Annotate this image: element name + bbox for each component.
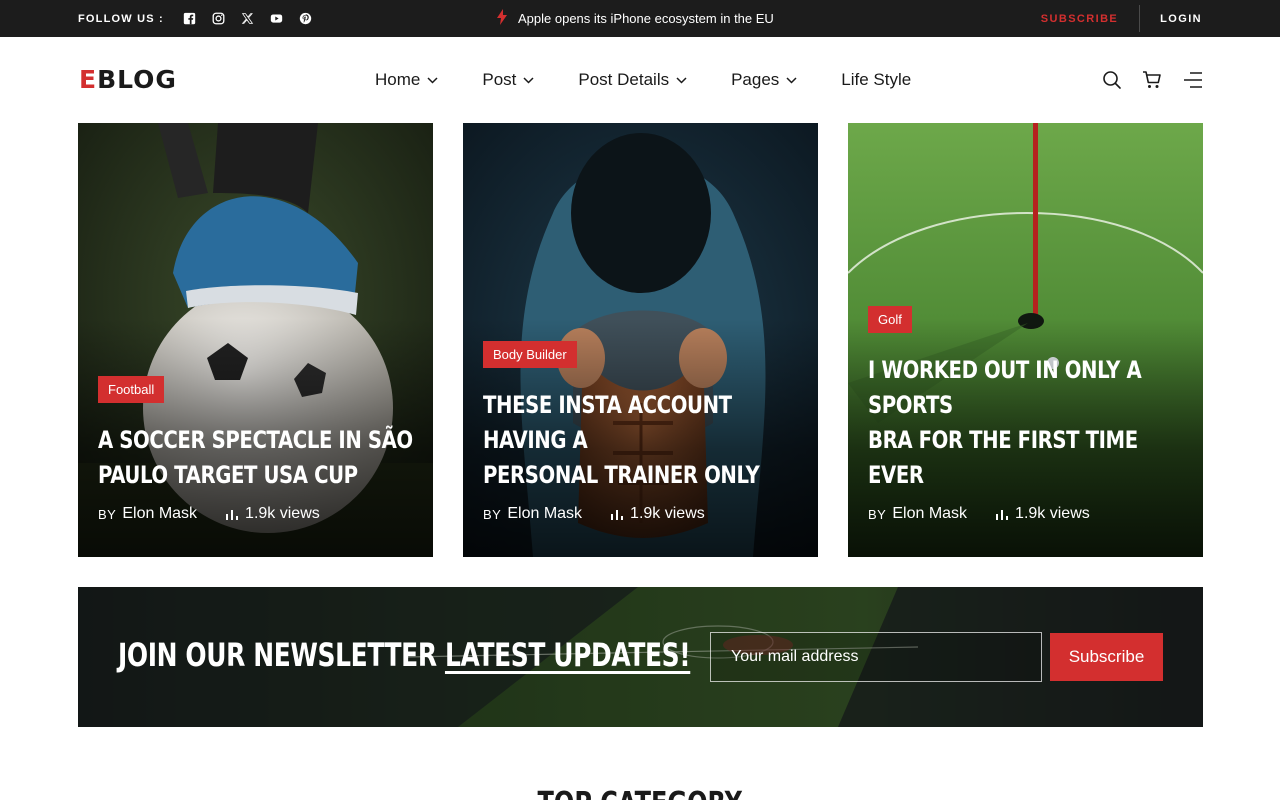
header-actions bbox=[1102, 37, 1202, 123]
login-link[interactable]: LOGIN bbox=[1140, 13, 1202, 25]
nav-item-life-style[interactable]: Life Style bbox=[841, 70, 911, 90]
views-text: 1.9k views bbox=[1015, 505, 1090, 522]
logo-text: BLOG bbox=[97, 65, 177, 94]
views-count: 1.9k views bbox=[610, 505, 705, 523]
follow-us-group: FOLLOW US : bbox=[78, 0, 313, 37]
nav-item-home[interactable]: Home bbox=[375, 70, 438, 90]
category-badge[interactable]: Golf bbox=[868, 306, 912, 333]
nav-label: Life Style bbox=[841, 70, 912, 89]
card-content: Golf I Worked Out in Only a Sports Bra f… bbox=[868, 306, 1183, 523]
section-title: Top Category bbox=[0, 786, 1280, 800]
site-logo[interactable]: EBLOG bbox=[79, 67, 177, 93]
nav-label: Post Details bbox=[578, 70, 670, 89]
section-title-text: Top Category bbox=[538, 786, 742, 800]
author-name[interactable]: Elon Mask bbox=[122, 505, 197, 523]
chevron-down-icon bbox=[676, 76, 687, 84]
breaking-news-headline[interactable]: Apple opens its iPhone ecosystem in the … bbox=[518, 11, 774, 26]
account-links: SUBSCRIBE LOGIN bbox=[1041, 0, 1202, 37]
author-name[interactable]: Elon Mask bbox=[892, 505, 967, 523]
instagram-icon[interactable] bbox=[211, 11, 226, 26]
chevron-down-icon bbox=[427, 76, 438, 84]
nav-label: Home bbox=[375, 70, 421, 89]
newsletter-subscribe-button[interactable]: Subscribe bbox=[1050, 633, 1163, 681]
top-bar: FOLLOW US : Apple opens its iPhone ecosy… bbox=[0, 0, 1280, 37]
nav-item-post[interactable]: Post bbox=[482, 70, 534, 90]
x-icon[interactable] bbox=[240, 11, 255, 26]
nav-label: Post bbox=[482, 70, 517, 89]
bar-chart-icon bbox=[996, 510, 1009, 520]
nav-item-pages[interactable]: Pages bbox=[731, 70, 797, 90]
author-name[interactable]: Elon Mask bbox=[507, 505, 582, 523]
newsletter-title-text: Join Our Newsletter bbox=[118, 636, 445, 674]
post-title[interactable]: A Soccer Spectacle in São Paulo Target U… bbox=[98, 423, 413, 493]
post-meta: BY Elon Mask 1.9k views bbox=[483, 505, 798, 523]
post-meta: BY Elon Mask 1.9k views bbox=[868, 505, 1183, 523]
chevron-down-icon bbox=[786, 76, 797, 84]
newsletter-title: Join Our Newsletter Latest Updates! bbox=[118, 635, 691, 675]
post-title[interactable]: I Worked Out in Only a Sports Bra for th… bbox=[868, 353, 1183, 493]
views-text: 1.9k views bbox=[245, 505, 320, 522]
email-field[interactable] bbox=[710, 632, 1042, 682]
search-icon[interactable] bbox=[1102, 70, 1122, 90]
bar-chart-icon bbox=[226, 510, 239, 520]
nav-item-post-details[interactable]: Post Details bbox=[578, 70, 687, 90]
views-text: 1.9k views bbox=[630, 505, 705, 522]
chevron-down-icon bbox=[523, 76, 534, 84]
views-count: 1.9k views bbox=[995, 505, 1090, 523]
card-content: Body Builder These Insta Account Having … bbox=[483, 341, 798, 523]
main-nav: Home Post Post Details Pages Life Style bbox=[375, 37, 911, 123]
category-badge[interactable]: Football bbox=[98, 376, 165, 403]
featured-post-card[interactable]: Golf I Worked Out in Only a Sports Bra f… bbox=[848, 123, 1203, 557]
newsletter-title-highlight: Latest Updates! bbox=[444, 636, 691, 674]
bar-chart-icon bbox=[611, 510, 624, 520]
facebook-icon[interactable] bbox=[182, 11, 197, 26]
newsletter-banner: Join Our Newsletter Latest Updates! Subs… bbox=[78, 587, 1203, 727]
card-content: Football A Soccer Spectacle in São Paulo… bbox=[98, 376, 413, 523]
pinterest-icon[interactable] bbox=[298, 11, 313, 26]
featured-post-card[interactable]: Football A Soccer Spectacle in São Paulo… bbox=[78, 123, 433, 557]
menu-icon[interactable] bbox=[1182, 70, 1202, 90]
site-header: EBLOG Home Post Post Details Pages Life … bbox=[0, 37, 1280, 123]
featured-post-card[interactable]: Body Builder These Insta Account Having … bbox=[463, 123, 818, 557]
by-label: BY bbox=[868, 506, 887, 522]
cart-icon[interactable] bbox=[1142, 70, 1162, 90]
breaking-news-ticker[interactable]: Apple opens its iPhone ecosystem in the … bbox=[496, 0, 774, 37]
subscribe-link[interactable]: SUBSCRIBE bbox=[1041, 13, 1139, 25]
by-label: BY bbox=[98, 506, 117, 522]
follow-us-label: FOLLOW US : bbox=[78, 12, 164, 25]
by-label: BY bbox=[483, 506, 502, 522]
nav-label: Pages bbox=[731, 70, 780, 89]
youtube-icon[interactable] bbox=[269, 11, 284, 26]
category-badge[interactable]: Body Builder bbox=[483, 341, 577, 368]
post-title[interactable]: These Insta Account Having a Personal Tr… bbox=[483, 388, 798, 493]
logo-accent-letter: E bbox=[79, 65, 98, 94]
lightning-icon bbox=[496, 9, 508, 28]
views-count: 1.9k views bbox=[225, 505, 320, 523]
post-meta: BY Elon Mask 1.9k views bbox=[98, 505, 413, 523]
